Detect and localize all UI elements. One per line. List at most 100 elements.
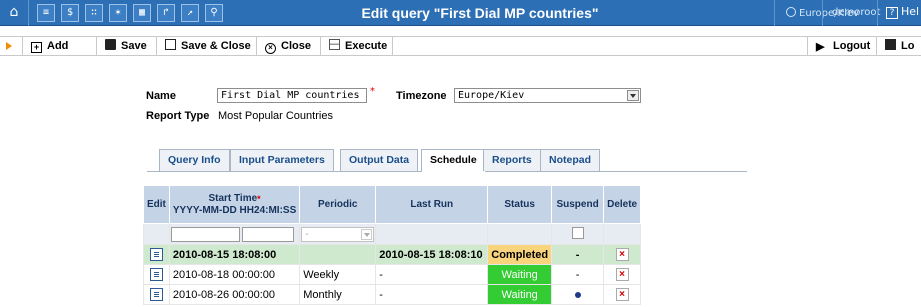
save-and-close-button[interactable]: Save & Close — [156, 37, 251, 56]
periodic-select[interactable]: - — [301, 226, 375, 242]
start-time-cell: 2010-08-18 00:00:00 — [168, 264, 301, 285]
status-badge: Waiting — [487, 264, 553, 285]
periodic-cell — [299, 244, 377, 265]
header-edit: Edit — [143, 185, 170, 224]
chevron-down-icon — [627, 90, 639, 101]
suspend-checkbox[interactable] — [571, 226, 584, 239]
periodic-select-value: - — [305, 228, 309, 240]
status-badge: Waiting — [487, 284, 553, 305]
person-icon[interactable]: ✶ — [109, 4, 127, 22]
edit-cell — [143, 284, 170, 305]
help-link[interactable]: ? Hel — [886, 5, 919, 19]
execute-button[interactable]: Execute — [320, 37, 387, 56]
edit-icon[interactable] — [149, 248, 163, 261]
start-time-cell: 2010-08-15 18:08:00 — [168, 244, 301, 265]
filter-cell — [375, 223, 489, 245]
header-start-time-format: YYYY-MM-DD HH24:MI:SS — [172, 204, 297, 216]
delete-cell: × — [603, 244, 642, 265]
edit-cell — [143, 244, 170, 265]
orange-arrow-icon — [6, 42, 12, 50]
execute-icon — [329, 39, 340, 50]
start-time-input[interactable] — [241, 226, 294, 242]
filter-cell — [551, 223, 605, 245]
name-label: Name — [146, 90, 176, 102]
toolbar: + Add Save Save & Close × Close Execute ▶ L… — [0, 36, 921, 56]
table-row: 2010-08-15 18:08:00 2010-08-15 18:08:10 … — [143, 244, 642, 265]
edit-icon[interactable] — [149, 268, 163, 281]
delete-icon[interactable]: × — [615, 288, 629, 301]
tab-query-info[interactable]: Query Info — [159, 149, 230, 171]
logout-button[interactable]: ▶ Logout — [807, 37, 870, 56]
close-icon: × — [265, 43, 276, 54]
name-input[interactable]: First Dial MP countries — [217, 88, 367, 103]
status-badge: Completed — [487, 244, 553, 265]
tab-output-data[interactable]: Output Data — [340, 149, 419, 171]
header-last-run[interactable]: Last Run — [375, 185, 489, 224]
save-icon — [105, 39, 116, 50]
timezone-select[interactable]: Europe/Kiev — [454, 88, 641, 103]
grid-icon[interactable]: ∷ — [85, 4, 103, 22]
timezone-label: Timezone — [396, 90, 447, 102]
required-mark: * — [257, 193, 261, 204]
filter-cell — [603, 223, 642, 245]
save-button[interactable]: Save — [96, 37, 147, 56]
currency-icon[interactable]: $ — [61, 4, 79, 22]
suspend-cell: - — [551, 244, 605, 265]
last-run-cell: - — [375, 284, 489, 305]
tab-schedule[interactable]: Schedule — [421, 149, 486, 172]
user-name[interactable]: demoroot — [832, 7, 880, 18]
start-date-input[interactable] — [170, 226, 240, 242]
help-label: Hel — [901, 5, 920, 18]
top-navigation-bar: ⌂ ≡ $ ∷ ✶ ▦ ↱ ↗ ⚲ Edit query "First Dial… — [0, 0, 921, 26]
save-close-icon — [165, 39, 176, 50]
suspend-cell — [551, 284, 605, 305]
suspended-dot-icon — [574, 291, 581, 298]
filter-cell — [487, 223, 553, 245]
suspend-cell: - — [551, 264, 605, 285]
periodic-cell: Monthly — [299, 284, 377, 305]
search-icon[interactable]: ⚲ — [205, 4, 223, 22]
required-mark: * — [370, 86, 375, 97]
header-start-time[interactable]: Start Time* YYYY-MM-DD HH24:MI:SS — [168, 185, 301, 224]
divider — [28, 0, 29, 26]
table-row: 2010-08-18 00:00:00 Weekly - Waiting - × — [143, 264, 642, 285]
divider — [877, 0, 878, 26]
chart-icon[interactable]: ↗ — [181, 4, 199, 22]
delete-icon[interactable]: × — [615, 268, 629, 281]
tab-input-parameters[interactable]: Input Parameters — [230, 149, 334, 171]
add-button[interactable]: + Add — [22, 37, 68, 56]
periodic-cell: Weekly — [299, 264, 377, 285]
header-delete: Delete — [603, 185, 642, 224]
header-start-time-label: Start Time — [208, 192, 258, 204]
divider — [822, 0, 823, 26]
home-icon[interactable]: ⌂ — [5, 3, 23, 21]
edit-icon[interactable] — [149, 288, 163, 301]
header-status[interactable]: Status — [487, 185, 553, 224]
log-icon — [885, 39, 896, 50]
divider — [392, 37, 393, 56]
filter-cell — [168, 223, 301, 245]
calendar-icon[interactable]: ▦ — [133, 4, 151, 22]
logout-icon: ▶ — [816, 41, 825, 53]
header-periodic[interactable]: Periodic — [299, 185, 377, 224]
delete-cell: × — [603, 284, 642, 305]
tab-notepad[interactable]: Notepad — [540, 149, 600, 171]
delete-icon[interactable]: × — [615, 248, 629, 261]
start-time-cell: 2010-08-26 00:00:00 — [168, 284, 301, 305]
header-suspend[interactable]: Suspend — [551, 185, 605, 224]
list-icon[interactable]: ≡ — [37, 4, 55, 22]
schedule-table: Edit Start Time* YYYY-MM-DD HH24:MI:SS Pe… — [143, 185, 642, 305]
tab-reports[interactable]: Reports — [483, 149, 541, 171]
chevron-down-icon — [361, 228, 373, 240]
add-icon: + — [31, 42, 42, 53]
log-button[interactable]: Lo — [876, 37, 914, 56]
close-button[interactable]: × Close — [256, 37, 311, 56]
report-type-label: Report Type — [146, 110, 210, 122]
filter-cell — [143, 223, 170, 245]
last-run-cell: - — [375, 264, 489, 285]
report-icon[interactable]: ↱ — [157, 4, 175, 22]
delete-cell: × — [603, 264, 642, 285]
filter-cell: - — [299, 223, 377, 245]
page-title: Edit query "First Dial MP countries" — [361, 5, 599, 21]
last-run-cell: 2010-08-15 18:08:10 — [375, 244, 489, 265]
